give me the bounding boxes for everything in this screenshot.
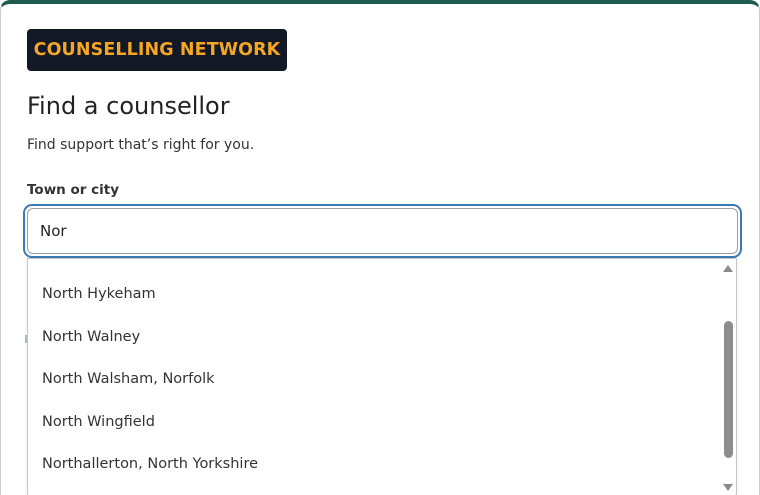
brand-logo-text: COUNSELLING NETWORK bbox=[33, 40, 281, 60]
dropdown-option[interactable]: North Walsham, Norfolk bbox=[28, 358, 722, 400]
dropdown-option[interactable]: Northallerton, North Yorkshire bbox=[28, 443, 722, 485]
dropdown-option[interactable]: North Wingfield bbox=[28, 401, 722, 443]
scroll-down-icon[interactable] bbox=[723, 484, 733, 491]
page-title: Find a counsellor bbox=[27, 92, 230, 120]
dropdown-option[interactable]: North Walney bbox=[28, 316, 722, 358]
town-city-input[interactable] bbox=[27, 208, 738, 254]
town-city-label: Town or city bbox=[27, 182, 119, 198]
page-subtitle: Find support that’s right for you. bbox=[27, 137, 255, 153]
scrollbar-thumb[interactable] bbox=[724, 321, 733, 458]
dropdown-option[interactable]: North Hykeham bbox=[28, 273, 722, 315]
dropdown-scrollbar[interactable] bbox=[720, 259, 736, 495]
brand-logo[interactable]: COUNSELLING NETWORK bbox=[27, 29, 287, 71]
autocomplete-dropdown[interactable]: North Hykeham North Walney North Walsham… bbox=[27, 258, 737, 495]
scroll-up-icon[interactable] bbox=[723, 265, 733, 272]
search-card: COUNSELLING NETWORK Find a counsellor Fi… bbox=[0, 0, 760, 495]
